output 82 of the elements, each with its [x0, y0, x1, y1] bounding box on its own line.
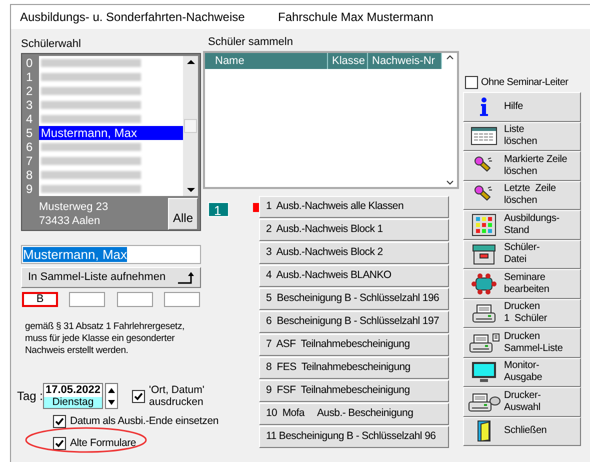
form-button[interactable]: 2 Ausb.-Nachweis Block 1: [259, 219, 449, 241]
scroll-down-icon[interactable]: [186, 188, 195, 192]
checkbox-label: Ohne Seminar-Leiter: [481, 76, 568, 90]
printer-icon: [471, 303, 497, 324]
name-field[interactable]: Mustermann, Max: [21, 245, 201, 264]
form-button[interactable]: 5 Bescheinigung B - Schlüsselzahl 196: [259, 288, 449, 310]
scroll-up-icon[interactable]: [186, 60, 195, 64]
form-button[interactable]: 10 Mofa Ausb.- Bescheinigung: [259, 403, 449, 425]
printer-icon: [468, 332, 500, 353]
form-button[interactable]: 6 Bescheinigung B - Schlüsselzahl 197: [259, 311, 449, 333]
file-cabinet-icon: [472, 243, 496, 266]
info-icon: [479, 96, 489, 117]
grid-icon: [472, 214, 496, 236]
checkbox[interactable]: [53, 437, 66, 450]
column-header[interactable]: Nachweis-Nr: [368, 53, 442, 69]
form-button[interactable]: 11 Bescheinigung B - Schlüsselzahl 96: [259, 426, 449, 448]
class-field[interactable]: [116, 292, 153, 307]
column-header[interactable]: Name: [205, 53, 328, 69]
action-button[interactable]: Seminare bearbeiten: [463, 269, 581, 298]
column-header[interactable]: Klasse: [328, 53, 368, 69]
form-button[interactable]: 1 Ausb.-Nachweis alle Klassen: [259, 196, 449, 218]
checkbox[interactable]: [132, 390, 145, 402]
action-button[interactable]: Hilfe: [463, 92, 581, 122]
scroll-up-icon[interactable]: [446, 55, 454, 60]
checkbox[interactable]: [53, 415, 66, 428]
address-line: Musterweg 23: [39, 200, 108, 214]
form-button[interactable]: 4 Ausb.-Nachweis BLANKO: [259, 265, 449, 287]
row-number: 6: [25, 140, 34, 154]
action-button[interactable]: Drucker- Auswahl: [463, 387, 581, 416]
row-number: 7: [25, 154, 34, 168]
checkbox[interactable]: [465, 76, 478, 88]
form-button[interactable]: 7 ASF Teilnahmebescheinigung: [259, 334, 449, 356]
row-number: 3: [25, 98, 34, 112]
meeting-table-icon: [471, 272, 497, 295]
action-button[interactable]: Monitor- Ausgabe: [463, 358, 581, 387]
add-to-list-button[interactable]: In Sammel-Liste aufnehmen: [21, 267, 201, 288]
date-label: Tag :: [17, 388, 43, 405]
scroll-down-icon[interactable]: [446, 180, 454, 185]
row-number: 4: [25, 112, 34, 126]
form-button[interactable]: 8 FES Teilnahmebescheinigung: [259, 357, 449, 379]
table-icon: [471, 127, 497, 146]
student-name: Mustermann, Max: [40, 125, 137, 142]
door-icon: [477, 420, 491, 442]
monitor-icon: [471, 361, 497, 384]
section-label: Schüler sammeln: [208, 35, 294, 49]
up-icon: [108, 388, 115, 392]
action-button[interactable]: Liste löschen: [463, 122, 581, 151]
class-field[interactable]: [164, 292, 200, 307]
checkbox-label: Datum als Ausbi.-Ende einsetzen: [70, 414, 218, 429]
list-item[interactable]: Mustermann, Max: [38, 126, 184, 140]
action-button[interactable]: Letzte Zeile löschen: [463, 180, 581, 210]
counter-badge: 1: [208, 202, 229, 217]
action-button[interactable]: Drucken 1 Schüler: [463, 298, 581, 328]
class-field[interactable]: B: [22, 292, 58, 307]
printer-icon: [467, 392, 501, 412]
form-button[interactable]: 9 FSF Teilnahmebescheinigung: [259, 380, 449, 402]
date-field[interactable]: 17.05.2022 Dienstag: [43, 383, 103, 409]
note-text: gemäß § 31 Absatz 1 Fahrlehrergesetz, muss für jede Klasse ein gesonderter Nachweis erstellt werden.: [25, 321, 186, 357]
all-button[interactable]: Alle: [168, 198, 198, 230]
form-button[interactable]: 3 Ausb.-Nachweis Block 2: [259, 242, 449, 264]
action-button[interactable]: Ausbildungs- Stand: [463, 210, 581, 240]
section-label: Schülerwahl: [21, 37, 82, 51]
down-icon: [108, 400, 115, 404]
school-name: Fahrschule Max Mustermann: [278, 9, 434, 26]
return-arrow-icon: [178, 272, 194, 284]
row-number: 1: [25, 70, 34, 84]
row-number: 0: [25, 56, 34, 70]
scroll-thumb[interactable]: [184, 119, 198, 133]
address-line: 73433 Aalen: [39, 214, 102, 228]
window-title: Ausbildungs- u. Sonderfahrten-Nachweise: [20, 9, 246, 26]
checkbox-label: 'Ort, Datum' ausdrucken: [149, 384, 206, 408]
action-button[interactable]: Schließen: [463, 416, 581, 446]
spin-buttons[interactable]: [105, 383, 118, 409]
row-number: 8: [25, 168, 34, 182]
action-button[interactable]: Schüler- Datei: [463, 240, 581, 269]
action-button[interactable]: Drucken Sammel-Liste: [463, 328, 581, 358]
checkbox-label: Alte Formulare: [70, 436, 136, 451]
action-button[interactable]: Markierte Zeile löschen: [463, 151, 581, 180]
row-number: 9: [25, 182, 34, 196]
row-number: 2: [25, 84, 34, 98]
row-number: 5: [25, 126, 34, 140]
class-field[interactable]: [69, 292, 106, 307]
